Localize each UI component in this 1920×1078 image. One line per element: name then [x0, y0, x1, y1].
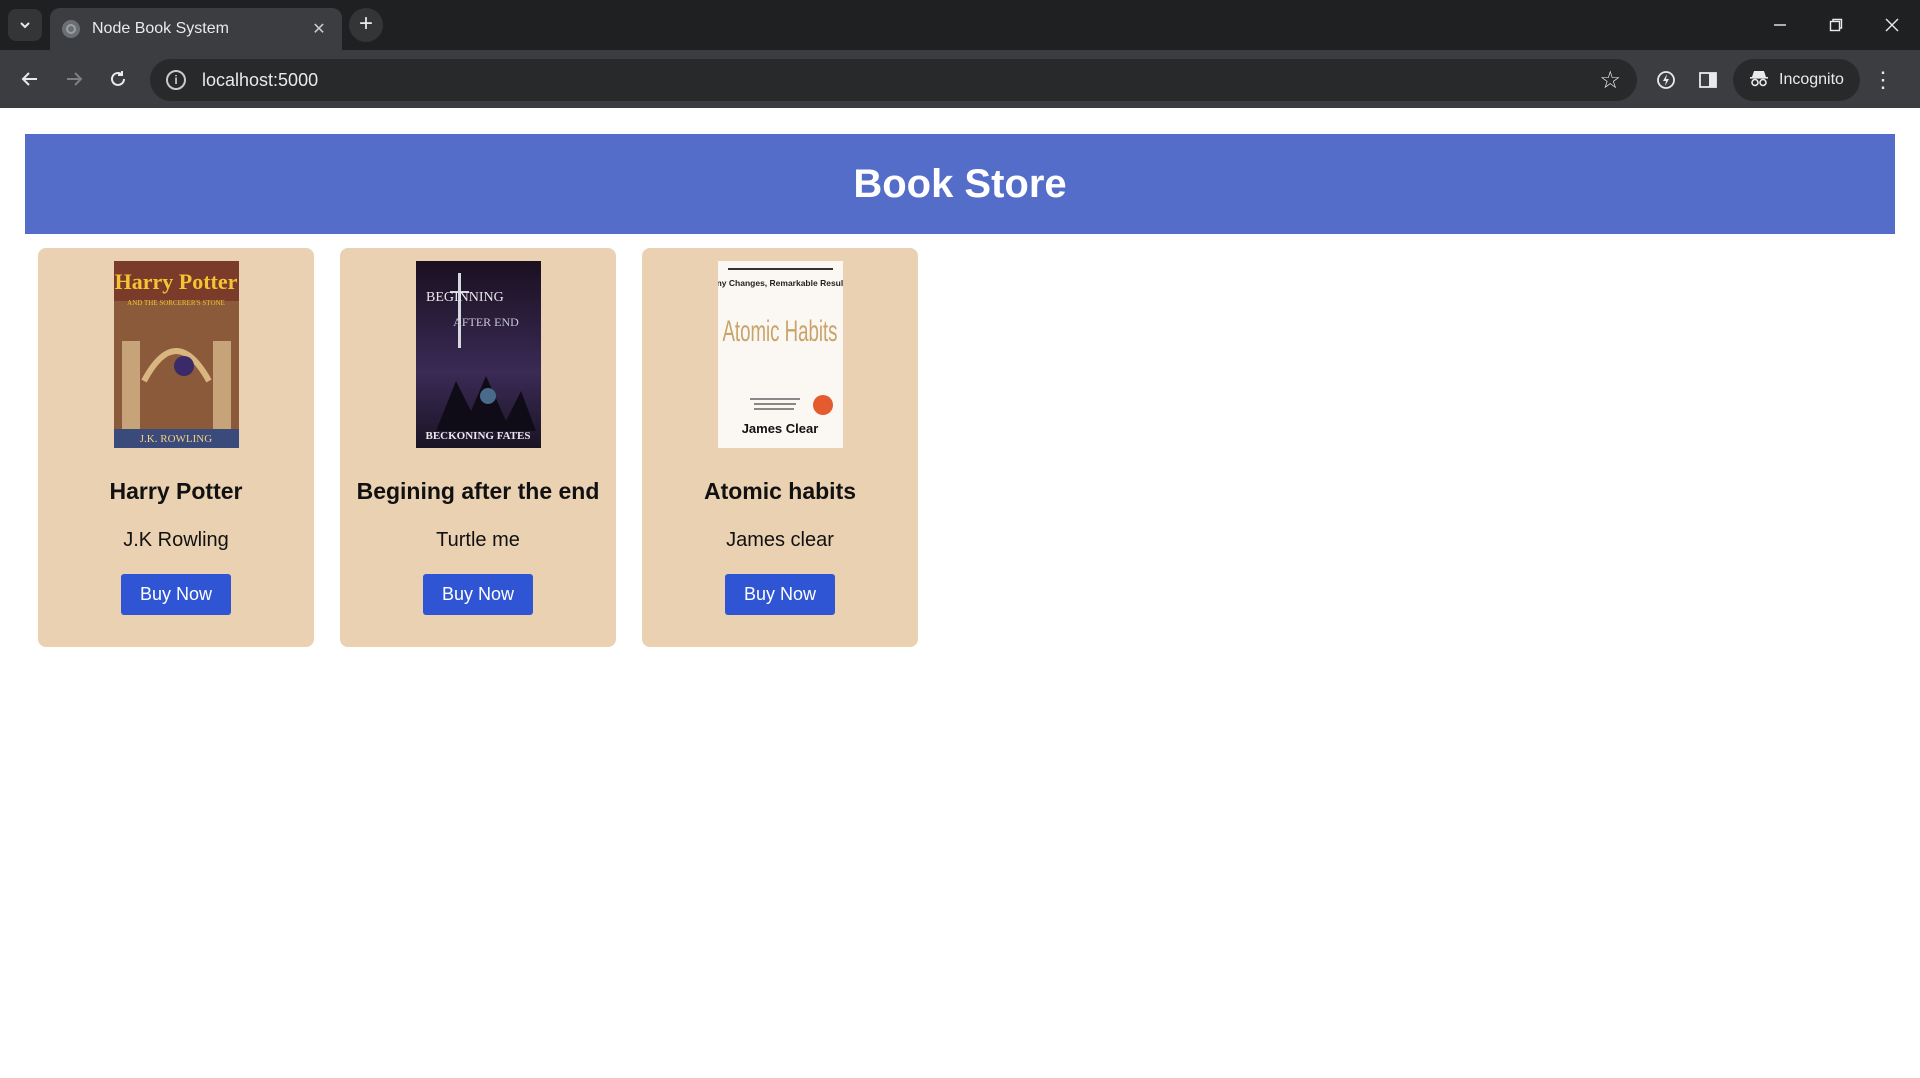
page-title: Book Store — [853, 161, 1067, 206]
book-author: Turtle me — [436, 529, 520, 551]
restore-icon — [1829, 18, 1843, 32]
minimize-icon — [1774, 24, 1786, 26]
new-tab-button[interactable]: + — [349, 8, 383, 42]
performance-icon[interactable] — [1645, 59, 1687, 101]
book-title: Harry Potter — [109, 478, 243, 504]
book-list: Harry Potter AND THE SORCERER'S STONE J.… — [38, 248, 918, 647]
arrow-left-icon — [21, 72, 37, 86]
url-text: localhost:5000 — [202, 69, 319, 90]
reload-icon — [111, 71, 125, 86]
cover-text-top: Harry Potter — [114, 269, 237, 294]
arrow-right-icon — [67, 72, 83, 86]
chevron-down-icon — [20, 22, 30, 29]
book-card: Tiny Changes, Remarkable Results Atomic … — [642, 248, 918, 647]
browser-toolbar: i localhost:5000 ☆ Incognito ⋮ — [0, 50, 1920, 108]
buy-now-button[interactable]: Buy Now — [121, 574, 231, 615]
tab-strip: Node Book System ✕ + — [0, 0, 1920, 50]
cover-text-top: BEGINNING — [426, 290, 504, 305]
forward-button[interactable] — [54, 59, 94, 99]
globe-icon — [62, 20, 80, 38]
cover-text-bottom: BECKONING FATES — [425, 430, 530, 442]
book-card: BEGINNING AFTER END BECKONING FATES Begi… — [340, 248, 616, 647]
incognito-badge[interactable]: Incognito — [1733, 59, 1860, 101]
cover-text-top: Tiny Changes, Remarkable Results — [718, 278, 843, 288]
tab-search-button[interactable] — [8, 9, 42, 41]
book-cover-image: Tiny Changes, Remarkable Results Atomic … — [717, 261, 843, 448]
header-banner: Book Store — [25, 134, 1895, 234]
cover-text-bottom: James Clear — [741, 421, 818, 436]
toolbar-right: Incognito ⋮ — [1645, 59, 1900, 101]
buy-now-button[interactable]: Buy Now — [423, 574, 533, 615]
incognito-icon — [1749, 69, 1769, 92]
more-menu-icon[interactable]: ⋮ — [1866, 59, 1900, 101]
book-author: J.K Rowling — [123, 529, 229, 551]
cover-text-bottom: J.K. ROWLING — [139, 433, 211, 445]
bookmark-star-icon[interactable]: ☆ — [1599, 66, 1621, 95]
reload-button[interactable] — [98, 59, 138, 99]
close-tab-icon[interactable]: ✕ — [308, 19, 330, 39]
cover-text-middle: AND THE SORCERER'S STONE — [127, 299, 225, 307]
cover-text-middle: Atomic Habits — [722, 315, 837, 348]
address-bar[interactable]: i localhost:5000 ☆ — [150, 59, 1637, 101]
close-icon — [1885, 18, 1899, 32]
window-controls — [1752, 0, 1920, 50]
cover-text-middle: AFTER END — [453, 315, 519, 329]
book-cover-image: BEGINNING AFTER END BECKONING FATES — [415, 261, 541, 448]
book-cover-image: Harry Potter AND THE SORCERER'S STONE J.… — [113, 261, 239, 448]
browser-tab[interactable]: Node Book System ✕ — [50, 8, 342, 50]
buy-now-button[interactable]: Buy Now — [725, 574, 835, 615]
tab-title: Node Book System — [92, 20, 229, 37]
side-panel-icon[interactable] — [1687, 59, 1729, 101]
back-button[interactable] — [10, 59, 50, 99]
site-info-icon[interactable]: i — [166, 70, 186, 90]
book-title: Atomic habits — [703, 478, 857, 504]
book-title: Begining after the end — [356, 478, 600, 504]
browser-chrome: Node Book System ✕ + i localhost:5000 ☆ … — [0, 0, 1920, 108]
book-card: Harry Potter AND THE SORCERER'S STONE J.… — [38, 248, 314, 647]
book-author: James clear — [726, 529, 834, 551]
restore-button[interactable] — [1808, 0, 1864, 50]
minimize-button[interactable] — [1752, 0, 1808, 50]
incognito-label: Incognito — [1779, 71, 1844, 88]
close-window-button[interactable] — [1864, 0, 1920, 50]
page-content: Book Store Harry Potter AND THE SORCERER… — [0, 108, 1920, 1078]
